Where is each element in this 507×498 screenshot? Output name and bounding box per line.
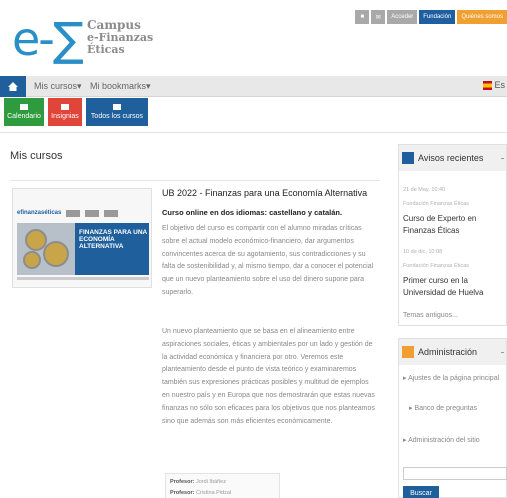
badge-icon [61, 104, 69, 110]
admin-frontpage-settings[interactable]: ▸ Ajustes de la página principal [403, 373, 507, 384]
course-image-footer [17, 277, 149, 280]
coin-icon [23, 251, 41, 269]
nav-bookmarks-label: Mi bookmarks [90, 81, 147, 91]
logo-mark[interactable]: e-∑ [12, 16, 84, 62]
teacher-row: Profesor: Cristina Pidzal [170, 488, 275, 498]
buscar-button[interactable]: Buscar [403, 486, 439, 498]
courses-icon [113, 104, 121, 110]
quienes-somos-button[interactable]: Quiénes somos [457, 10, 507, 24]
course-card: efinanzaséticas FINANZAS PARA UNA ECONOM… [10, 180, 380, 498]
admin-title: Administración [418, 347, 478, 357]
partner-logo [104, 209, 119, 217]
news-link[interactable]: Curso de Experto en Finanzas Éticas [403, 213, 507, 237]
admin-site-administration-label: Administración del sitio [408, 437, 480, 444]
mail-icon[interactable]: ✉ [371, 10, 386, 24]
user-icon[interactable]: ■ [355, 10, 370, 24]
fundacion-button[interactable]: Fundación [419, 10, 456, 24]
teacher-role: Profesor: [170, 490, 195, 496]
logo-text[interactable]: Campus e-Finanzas Éticas [87, 19, 153, 56]
partner-logo [85, 209, 100, 217]
news-date: 10 de dic, 10:08 [403, 249, 443, 255]
partner-logo [66, 209, 81, 217]
home-button[interactable] [0, 76, 26, 97]
admin-search-input[interactable] [403, 467, 507, 480]
admin-block: Administración ▸ Ajustes de la página pr… [398, 338, 507, 498]
avisos-title: Avisos recientes [418, 153, 484, 163]
news-link[interactable]: Primer curso en la Universidad de Huelva [403, 275, 507, 299]
teacher-role: Profesor: [170, 479, 195, 485]
teacher-row: Profesor: Jordi Ibáñez [170, 477, 275, 488]
admin-header: Administración [399, 339, 506, 365]
course-title[interactable]: UB 2022 - Finanzas para una Economía Alt… [162, 188, 367, 198]
divider [0, 132, 507, 133]
collapse-icon[interactable] [501, 157, 504, 159]
avisos-block: Avisos recientes 21 de May, 10:40 Fundac… [398, 144, 507, 326]
nav-mis-cursos-label: Mis cursos [34, 81, 78, 91]
coin-icon [43, 241, 69, 267]
older-topics-link[interactable]: Temas antiguos... [403, 312, 458, 319]
avisos-header: Avisos recientes [399, 145, 506, 171]
nav-bar: Mis cursos▾ Mi bookmarks▾ Es [0, 76, 507, 97]
course-image-title: FINANZAS PARA UNA ECONOMÍA ALTERNATIVA [79, 229, 148, 250]
teacher-name[interactable]: Cristina Pidzal [196, 490, 231, 496]
nav-mis-cursos[interactable]: Mis cursos▾ [34, 81, 82, 92]
collapse-icon[interactable] [501, 351, 504, 353]
top-buttons: ■ ✉ Acceder Fundación Quiénes somos [355, 10, 507, 24]
course-subtitle: Curso online en dos idiomas: castellano … [162, 208, 343, 217]
logo-line-3: Éticas [87, 43, 125, 56]
teacher-name[interactable]: Jordi Ibáñez [196, 479, 226, 485]
admin-site-administration[interactable]: ▸ Administración del sitio [403, 435, 507, 446]
news-author: Fundación Finanzas Éticas [403, 201, 470, 207]
course-description-1: El objetivo del curso es compartir con e… [162, 225, 374, 296]
insignias-label: Insignias [51, 113, 79, 120]
news-author: Fundación Finanzas Éticas [403, 263, 470, 269]
calendario-label: Calendario [7, 113, 41, 120]
insignias-button[interactable]: Insignias [48, 98, 82, 126]
calendar-icon [20, 104, 28, 110]
acceder-button[interactable]: Acceder [387, 10, 418, 24]
spain-flag-icon [483, 80, 493, 90]
coins-illustration [17, 223, 75, 275]
language-selector[interactable]: Es [483, 80, 505, 90]
todos-los-cursos-label: Todos los cursos [90, 113, 144, 120]
admin-question-bank-label: Banco de preguntas [414, 405, 478, 412]
admin-icon [402, 346, 414, 358]
admin-frontpage-settings-label: Ajustes de la página principal [408, 375, 500, 382]
todos-los-cursos-button[interactable]: Todos los cursos [86, 98, 148, 126]
course-image-header: efinanzaséticas [17, 207, 147, 219]
course-image-banner: FINANZAS PARA UNA ECONOMÍA ALTERNATIVA [17, 223, 149, 275]
course-image[interactable]: efinanzaséticas FINANZAS PARA UNA ECONOM… [12, 188, 152, 288]
news-icon [402, 152, 414, 164]
language-label: Es [494, 80, 505, 90]
chevron-down-icon: ▾ [146, 81, 151, 91]
home-icon [8, 82, 18, 91]
calendario-button[interactable]: Calendario [4, 98, 44, 126]
news-date: 21 de May, 10:40 [403, 187, 446, 193]
admin-question-bank[interactable]: ▸ Banco de preguntas [409, 403, 507, 414]
page-title: Mis cursos [10, 150, 63, 162]
course-description-2: Un nuevo planteamiento que se basa en el… [162, 328, 375, 425]
course-image-brand: efinanzaséticas [17, 210, 62, 216]
nav-bookmarks[interactable]: Mi bookmarks▾ [90, 81, 151, 92]
teachers-box: Profesor: Jordi Ibáñez Profesor: Cristin… [165, 473, 280, 498]
chevron-down-icon: ▾ [77, 81, 82, 91]
